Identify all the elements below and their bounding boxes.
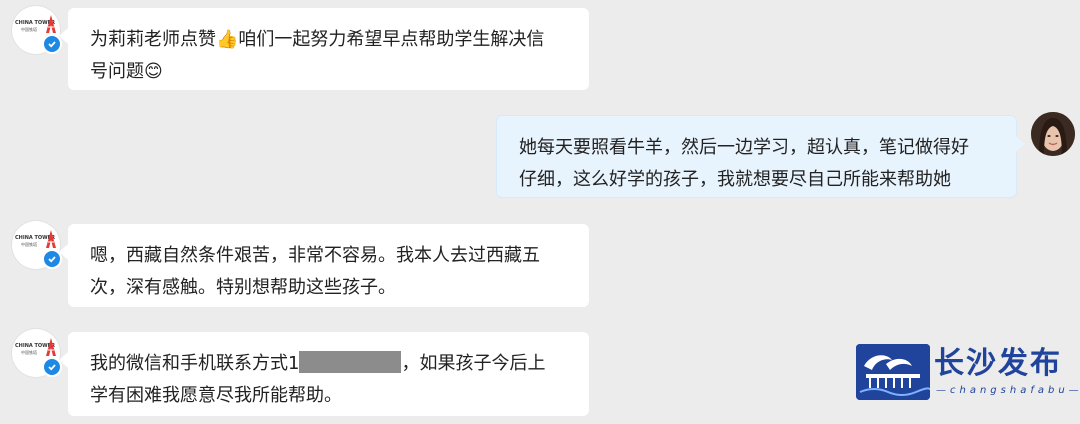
message-text-line: 学有困难我愿意尽我所能帮助。 (90, 385, 342, 406)
sender-avatar[interactable]: CHINA TOWER 中国铁塔 (12, 329, 62, 377)
watermark-emblem-icon (856, 344, 930, 400)
tower-logo-icon (46, 338, 56, 356)
message-bubble[interactable]: 我的微信和手机联系方式1 ，如果孩子今后上 学有困难我愿意尽我所能帮助。 (59, 332, 589, 416)
message-text-line: 仔细，这么好学的孩子，我就想要尽自己所能来帮助她 (519, 169, 951, 190)
message-text-line: 号问题😊 (90, 61, 163, 82)
message-text-line: 我的微信和手机联系方式1 ，如果孩子今后上 (90, 348, 567, 380)
watermark-subtitle: —changshafabu— (936, 385, 1080, 396)
watermark-logo: 长沙发布 —changshafabu— (856, 344, 1080, 402)
message-bubble[interactable]: 为莉莉老师点赞👍咱们一起努力希望早点帮助学生解决信 号问题😊 (59, 8, 589, 90)
sender-avatar[interactable]: CHINA TOWER 中国铁塔 (12, 6, 62, 54)
redacted-phone-block (299, 351, 402, 373)
watermark-title: 长沙发布 (934, 346, 1062, 381)
avatar-brand-subtext: 中国铁塔 (21, 27, 37, 32)
message-text-line: 她每天要照看牛羊，然后一边学习，超认真，笔记做得好 (519, 137, 969, 158)
avatar-brand-subtext: 中国铁塔 (21, 350, 37, 355)
message-text-line: 嗯，西藏自然条件艰苦，非常不容易。我本人去过西藏五 (90, 245, 540, 266)
tower-logo-icon (46, 230, 56, 248)
sender-avatar[interactable]: CHINA TOWER 中国铁塔 (12, 221, 62, 269)
message-bubble-outgoing[interactable]: 她每天要照看牛羊，然后一边学习，超认真，笔记做得好 仔细，这么好学的孩子，我就想… (496, 115, 1025, 198)
message-text-suffix: ，如果孩子今后上 (401, 353, 546, 374)
avatar-brand-subtext: 中国铁塔 (21, 242, 37, 247)
message-bubble[interactable]: 嗯，西藏自然条件艰苦，非常不容易。我本人去过西藏五 次，深有感触。特别想帮助这些… (59, 224, 589, 307)
message-text-line: 次，深有感触。特别想帮助这些孩子。 (90, 277, 396, 298)
user-avatar[interactable] (1031, 112, 1075, 156)
message-text-prefix: 我的微信和手机联系方式1 (90, 353, 300, 374)
chat-thread: CHINA TOWER 中国铁塔 为莉莉老师点赞👍咱们一起努力希望早点帮助学生解… (0, 0, 1080, 424)
message-text-line: 为莉莉老师点赞👍咱们一起努力希望早点帮助学生解决信 (90, 29, 545, 50)
user-photo-icon (1031, 112, 1075, 156)
tower-logo-icon (46, 15, 56, 33)
